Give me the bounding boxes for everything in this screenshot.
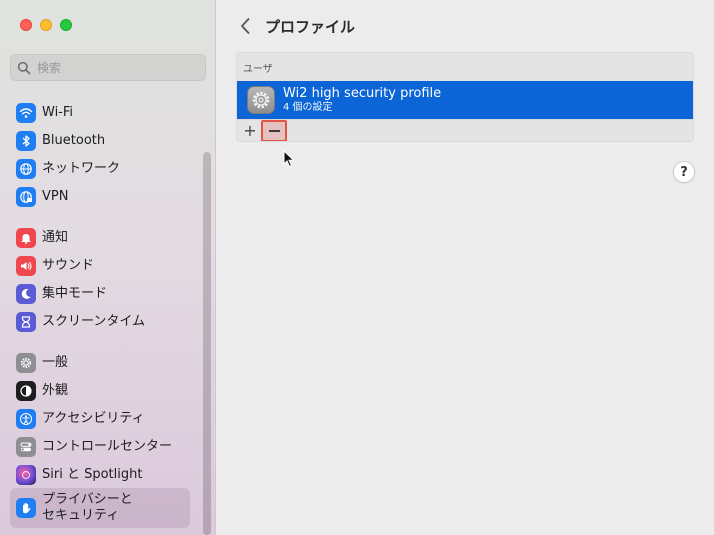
bell-icon [16,227,36,248]
sidebar-scrollbar[interactable] [203,152,211,535]
sidebar-item-screen-time[interactable]: スクリーンタイム [10,308,190,335]
sidebar-item-accessibility[interactable]: アクセシビリティ [10,405,190,432]
sidebar: Wi-Fi Bluetooth ネットワーク VPN 通知 サウンド [0,0,216,535]
add-profile-button[interactable]: + [242,123,258,139]
sidebar-item-label: プライバシーと セキュリティ [42,492,133,523]
remove-profile-button[interactable] [261,120,287,141]
main-content: プロファイル ユーザ Wi2 high security profile 4 個… [217,0,714,535]
sidebar-item-general[interactable]: 一般 [10,349,190,376]
siri-icon [16,464,36,485]
wifi-icon [16,102,36,123]
close-window-button[interactable] [20,19,32,31]
appearance-icon [16,380,36,401]
sidebar-item-siri-spotlight[interactable]: Siri と Spotlight [10,461,190,488]
search-field[interactable] [10,54,206,81]
window-controls [20,19,72,31]
sidebar-item-focus[interactable]: 集中モード [10,280,190,307]
sidebar-item-label: Siri と Spotlight [42,466,143,482]
sidebar-item-label: スクリーンタイム [42,313,146,329]
sidebar-item-label: Bluetooth [42,132,106,148]
sidebar-item-vpn[interactable]: VPN [10,183,190,210]
sidebar-item-bluetooth[interactable]: Bluetooth [10,127,190,154]
sidebar-item-label: 外観 [42,382,69,398]
help-button[interactable]: ? [673,161,695,183]
hand-icon [16,498,36,518]
vpn-icon [16,186,36,207]
accessibility-icon [16,408,36,429]
minus-icon [268,130,280,132]
sidebar-item-label: アクセシビリティ [42,410,145,426]
sidebar-item-label: Wi-Fi [42,104,74,120]
globe-icon [16,158,36,179]
sidebar-item-label: ネットワーク [42,160,121,176]
chevron-left-icon [241,18,250,34]
gear-icon [247,86,275,114]
profiles-group: ユーザ Wi2 high security profile 4 個の設定 + [236,52,694,142]
sidebar-item-notifications[interactable]: 通知 [10,224,190,251]
profile-subtitle: 4 個の設定 [283,102,333,113]
moon-icon [16,283,36,304]
search-icon [17,61,31,74]
sidebar-item-label: 通知 [42,229,69,245]
sidebar-item-network[interactable]: ネットワーク [10,155,190,182]
bluetooth-icon [16,130,36,151]
sidebar-item-label: 集中モード [42,285,108,301]
profile-name: Wi2 high security profile [283,86,442,101]
sidebar-item-appearance[interactable]: 外観 [10,377,190,404]
toggles-icon [16,436,36,457]
sidebar-item-label: コントロールセンター [42,438,173,454]
sidebar-item-label: サウンド [42,257,95,273]
speaker-icon [16,255,36,276]
sidebar-item-wifi[interactable]: Wi-Fi [10,99,190,126]
back-button[interactable] [235,15,255,37]
sidebar-item-sound[interactable]: サウンド [10,252,190,279]
section-header: ユーザ [243,64,273,75]
gear-icon [16,352,36,373]
profile-row[interactable]: Wi2 high security profile 4 個の設定 [237,81,693,119]
sidebar-item-label: VPN [42,188,69,204]
sidebar-item-label: 一般 [42,354,69,370]
minimize-window-button[interactable] [40,19,52,31]
search-input[interactable] [37,60,197,75]
list-toolbar: + [237,119,693,141]
sidebar-item-privacy-security[interactable]: プライバシーと セキュリティ [10,488,190,528]
mouse-cursor-icon [283,150,295,168]
page-title: プロファイル [265,18,356,36]
hourglass-icon [16,311,36,332]
sidebar-item-control-center[interactable]: コントロールセンター [10,433,190,460]
zoom-window-button[interactable] [60,19,72,31]
